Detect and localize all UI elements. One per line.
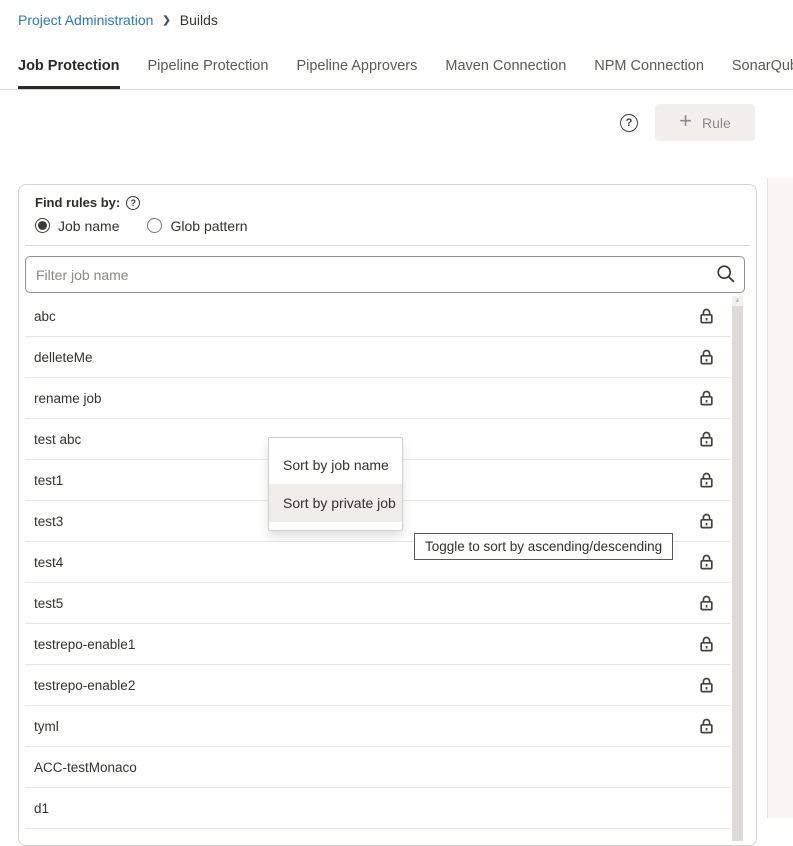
plus-icon: + xyxy=(679,110,692,132)
private-job-lock-icon xyxy=(699,636,714,652)
tab-npm-connection[interactable]: NPM Connection xyxy=(594,52,704,90)
radio-option-job-name[interactable]: Job name xyxy=(35,218,119,234)
radio-option-glob-pattern[interactable]: Glob pattern xyxy=(147,218,247,234)
private-job-lock-icon xyxy=(699,677,714,693)
sort-tooltip: Toggle to sort by ascending/descending xyxy=(414,533,673,560)
filter-job-name-input[interactable] xyxy=(25,256,745,293)
breadcrumb-link-project-administration[interactable]: Project Administration xyxy=(18,12,153,28)
job-row[interactable]: testrepo-enable1 xyxy=(25,624,730,665)
private-job-lock-icon xyxy=(699,595,714,611)
find-rules-row: Find rules by: ? xyxy=(35,195,756,210)
job-name: tyml xyxy=(34,719,59,734)
job-name: delleteMe xyxy=(34,350,93,365)
breadcrumb: Project Administration ❯ Builds xyxy=(18,12,793,28)
private-job-lock-icon xyxy=(699,431,714,447)
job-row[interactable]: ACC-testMonaco xyxy=(25,747,730,788)
menu-item-sort-by-private-job[interactable]: Sort by private job xyxy=(269,484,402,522)
find-rules-help-icon[interactable]: ? xyxy=(126,196,140,210)
tab-job-protection[interactable]: Job Protection xyxy=(18,52,120,90)
job-name: testrepo-enable1 xyxy=(34,637,135,652)
add-rule-button[interactable]: + Rule xyxy=(655,104,755,141)
private-job-lock-icon xyxy=(699,308,714,324)
tab-pipeline-approvers[interactable]: Pipeline Approvers xyxy=(296,52,417,90)
job-row[interactable]: testrepo-enable2 xyxy=(25,665,730,706)
radio-glob-pattern-label: Glob pattern xyxy=(170,218,247,234)
private-job-lock-icon xyxy=(699,472,714,488)
radio-job-name-label: Job name xyxy=(58,218,119,234)
job-row[interactable]: tyml xyxy=(25,706,730,747)
help-icon[interactable]: ? xyxy=(620,114,638,132)
job-row[interactable]: rename job xyxy=(25,378,730,419)
divider xyxy=(25,245,750,246)
job-name: abc xyxy=(34,309,56,324)
private-job-lock-icon xyxy=(699,349,714,365)
scrollbar-thumb[interactable] xyxy=(732,306,743,841)
job-list: abc delleteMe xyxy=(25,296,730,829)
menu-item-sort-by-job-name[interactable]: Sort by job name xyxy=(269,446,402,484)
page-background-strip xyxy=(767,178,793,818)
job-row[interactable]: test5 xyxy=(25,583,730,624)
tab-maven-connection[interactable]: Maven Connection xyxy=(445,52,566,90)
toolbar: ? + Rule xyxy=(0,104,793,141)
private-job-lock-icon xyxy=(699,718,714,734)
tab-bar: Job Protection Pipeline Protection Pipel… xyxy=(0,52,793,90)
job-name: testrepo-enable2 xyxy=(34,678,135,693)
private-job-lock-icon xyxy=(699,554,714,570)
breadcrumb-current-builds: Builds xyxy=(180,12,218,28)
job-name: d1 xyxy=(34,801,49,816)
search-icon[interactable] xyxy=(716,264,736,289)
tab-sonarqube-server[interactable]: SonarQube Server xyxy=(732,52,793,90)
private-job-lock-icon xyxy=(699,390,714,406)
sort-context-menu: Sort by job name Sort by private job xyxy=(268,437,403,531)
add-rule-button-label: Rule xyxy=(702,115,731,131)
job-name: test4 xyxy=(34,555,63,570)
job-name: test1 xyxy=(34,473,63,488)
chevron-right-icon: ❯ xyxy=(162,14,170,26)
job-row[interactable]: d1 xyxy=(25,788,730,829)
job-name: ACC-testMonaco xyxy=(34,760,137,775)
list-scrollbar[interactable]: ▲ xyxy=(732,296,743,841)
radio-selected-icon[interactable] xyxy=(35,218,50,233)
job-row[interactable]: abc xyxy=(25,296,730,337)
tab-pipeline-protection[interactable]: Pipeline Protection xyxy=(148,52,269,90)
scroll-up-icon[interactable]: ▲ xyxy=(732,296,743,305)
filter-field xyxy=(25,256,745,293)
job-name: test abc xyxy=(34,432,81,447)
job-row[interactable]: delleteMe xyxy=(25,337,730,378)
job-name: test3 xyxy=(34,514,63,529)
find-rules-label: Find rules by: xyxy=(35,195,120,210)
find-rules-radio-group: Job name Glob pattern xyxy=(35,218,756,233)
radio-unselected-icon[interactable] xyxy=(147,218,162,233)
job-name: rename job xyxy=(34,391,102,406)
private-job-lock-icon xyxy=(699,513,714,529)
job-name: test5 xyxy=(34,596,63,611)
